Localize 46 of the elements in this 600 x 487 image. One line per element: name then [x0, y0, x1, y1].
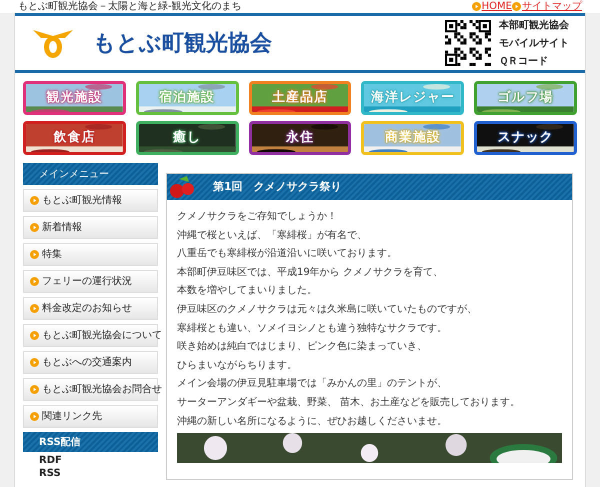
menu-item[interactable]: 関連リンク先 — [23, 405, 158, 428]
qr-caption: ＱＲコード — [499, 54, 549, 68]
menu-item[interactable]: 特集 — [23, 243, 158, 266]
bullet-icon — [30, 223, 39, 232]
article-text: クメノサクラをご存知でしょうか！ — [177, 210, 338, 224]
bullet-icon — [30, 385, 39, 394]
article-text: 寒緋桜とも違い、ソメイヨシノとも違う独特なサクラです。 — [177, 322, 448, 336]
cherry-icon — [167, 175, 197, 199]
bullet-icon — [30, 412, 39, 421]
rss-link[interactable]: RSS — [39, 467, 158, 480]
article-text: 本数を増やしてまいりました。 — [177, 284, 318, 298]
qr-caption: 本部町観光協会 — [499, 18, 569, 32]
bullet-icon — [30, 277, 39, 286]
menu-item[interactable]: もとぶ町観光情報 — [23, 189, 158, 212]
menu-item[interactable]: 新着情報 — [23, 216, 158, 239]
bullet-icon — [30, 331, 39, 340]
qr-code-icon — [445, 20, 491, 66]
qr-caption: モバイルサイト — [499, 36, 569, 50]
category-banner[interactable]: 癒し — [136, 121, 239, 155]
article-text: 沖縄の新しい名所になるように、ぜひお越しくださいませ。 — [177, 414, 448, 429]
menu-item[interactable]: もとぶへの交通案内 — [23, 351, 158, 374]
category-banner[interactable]: スナック — [474, 121, 577, 155]
menu-item[interactable]: 料金改定のお知らせ — [23, 297, 158, 320]
bullet-icon — [30, 358, 39, 367]
article-text: サーターアンダギーや盆栽、野菜、 苗木、お土産などを販売しております。 — [177, 396, 522, 410]
category-banner[interactable]: 飲食店 — [23, 121, 126, 155]
article-title-bar: 第1回 クメノサクラ祭り — [167, 174, 572, 200]
menu-item[interactable]: フェリーの運行状況 — [23, 270, 158, 293]
article-text: メイン会場の伊豆見駐車場では「みかんの里」のテントが、 — [177, 376, 448, 392]
bullet-icon — [30, 304, 39, 313]
rss-link[interactable]: RDF — [39, 454, 158, 467]
menu-heading: メインメニュー — [23, 163, 158, 185]
article-text: ひらまいながらちります。 — [177, 358, 298, 373]
top-link[interactable]: HOME — [472, 0, 512, 14]
article-text: 八重岳でも寒緋桜が沿道沿いに咲いております。 — [177, 246, 398, 262]
article-text: 本部町伊豆味区では、平成19年から クメノサクラを育て、 — [177, 266, 444, 280]
bullet-icon — [30, 250, 39, 259]
top-link[interactable]: サイトマップ — [512, 0, 582, 14]
article-text: 伊豆味区のクメノサクラは元々は久米島に咲いていたものですが、 — [177, 302, 478, 317]
site-tagline: もとぶ町観光協会－太陽と海と緑-観光文化のまち — [18, 0, 242, 14]
article-text: 咲き始めは純白ではじまり、ピンク色に染まっていき、 — [177, 340, 428, 354]
rss-heading: RSS配信 — [23, 432, 158, 452]
category-banner[interactable]: 永住 — [248, 121, 352, 155]
bullet-icon — [30, 196, 39, 205]
site-title: もとぶ町観光協会 — [93, 30, 272, 58]
article-text: 沖縄で桜といえば、「寒緋桜」が有名で、 — [177, 228, 368, 243]
